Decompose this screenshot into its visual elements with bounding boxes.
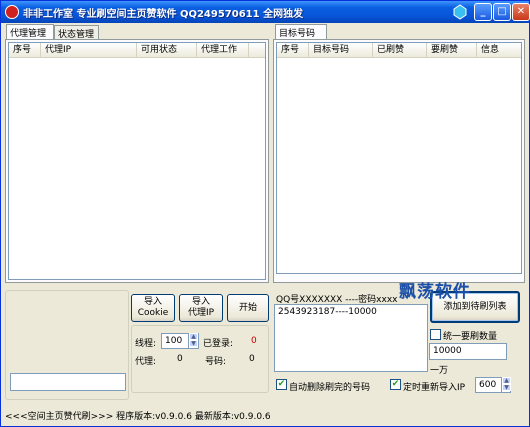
column-header[interactable]: 信息 [477,43,521,58]
tab-status-management[interactable]: 状态管理 [54,25,99,40]
gem-icon[interactable] [453,4,467,20]
tab-proxy-management[interactable]: 代理管理 [6,24,54,40]
auto-delete-checkbox[interactable]: ✔ [276,379,287,390]
import-proxy-button[interactable]: 导入 代理IP [179,294,223,322]
start-label: 开始 [238,302,257,313]
column-header[interactable]: 可用状态 [137,43,197,58]
spin-up-icon[interactable]: ▲ [189,333,198,340]
number-count-value: 0 [249,354,255,364]
left-text-input[interactable] [10,373,126,391]
column-header[interactable]: 要刷赞 [427,43,477,58]
reimport-ip-checkbox[interactable]: ✔ [390,379,401,390]
main-window: 非非工作室 专业刷空间主页赞软件 QQ249570611 全网独发 _ □ ✕ … [0,0,530,427]
tab-target-numbers[interactable]: 目标号码 [275,24,327,40]
logged-value: 0 [251,336,257,346]
uniform-quantity-input[interactable]: 10000 [429,343,507,360]
app-icon [5,5,19,19]
maximize-button[interactable]: □ [493,3,511,21]
number-count-label: 号码: [205,357,227,367]
close-button[interactable]: ✕ [512,3,530,21]
qq-textarea[interactable]: 2543923187----10000 [274,304,428,372]
import-cookie-button[interactable]: 导入 Cookie [131,294,175,322]
uniform-quantity-checkbox[interactable] [430,329,441,340]
threads-value: 100 [165,336,183,346]
import-cookie-label: 导入 Cookie [137,297,169,318]
import-proxy-label: 导入 代理IP [187,297,215,318]
spin-up-icon[interactable]: ▲ [502,377,511,384]
auto-delete-label: 自动删除刷完的号码 [289,383,371,393]
reimport-ip-label: 定时重新导入IP [403,383,466,393]
column-header[interactable]: 序号 [277,43,309,58]
uniform-quantity-unit: 一万 [430,366,449,376]
window-title: 非非工作室 专业刷空间主页赞软件 QQ249570611 全网独发 [23,9,304,20]
column-header[interactable]: 序号 [9,43,41,58]
watermark-text: 飘荡软件 [399,282,471,302]
proxy-count-value: 0 [177,354,183,364]
column-header[interactable]: 代理工作 [197,43,249,58]
title-bar[interactable]: 非非工作室 专业刷空间主页赞软件 QQ249570611 全网独发 _ □ ✕ [1,1,530,23]
add-to-list-label: 添加到待刷列表 [443,301,507,312]
target-list-header: 序号 目标号码 已刷赞 要刷赞 信息 [277,43,521,58]
reimport-spin-buttons[interactable]: ▲ ▼ [501,377,511,392]
column-header[interactable]: 代理IP [41,43,137,58]
proxy-count-label: 代理: [135,357,157,367]
uniform-quantity-label: 统一要刷数量 [443,332,498,342]
column-header[interactable]: 已刷赞 [373,43,427,58]
spin-down-icon[interactable]: ▼ [502,384,511,391]
tab-label: 代理管理 [10,29,47,39]
start-button[interactable]: 开始 [227,294,269,322]
watermark-logo: 飘荡软件 [399,277,471,302]
spin-down-icon[interactable]: ▼ [189,340,198,347]
target-list[interactable]: 序号 目标号码 已刷赞 要刷赞 信息 [276,42,522,274]
minimize-button[interactable]: _ [474,3,492,21]
column-header[interactable]: 目标号码 [309,43,373,58]
status-bar: <<<空间主页赞代刷>>> 程序版本:v0.9.0.6 最新版本:v0.9.0.… [5,412,271,422]
threads-spin-buttons[interactable]: ▲ ▼ [188,333,198,348]
proxy-list[interactable]: 序号 代理IP 可用状态 代理工作 [8,42,266,280]
logged-label: 已登录: [203,339,234,349]
threads-label: 线程: [135,339,157,349]
tab-label: 目标号码 [279,29,316,39]
proxy-list-header: 序号 代理IP 可用状态 代理工作 [9,43,265,58]
